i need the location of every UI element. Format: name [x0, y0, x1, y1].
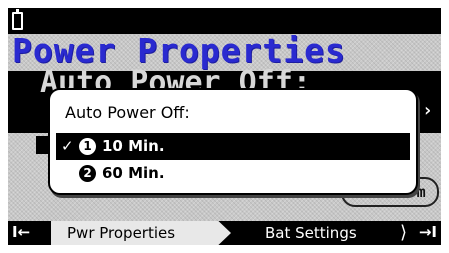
settings-row-2-marker — [36, 136, 48, 154]
option-60-min[interactable]: 2 60 Min. — [56, 160, 410, 187]
tab-pwr-properties[interactable]: Pwr Properties — [51, 221, 231, 245]
auto-power-off-popup: Auto Power Off: ✓ 1 10 Min. 2 60 Min. — [48, 88, 418, 195]
option-label: 60 Min. — [102, 164, 165, 182]
chevron-right-icon: › — [422, 100, 433, 121]
device-screen: Power Properties Auto Power Off: › Confi… — [8, 8, 441, 245]
option-10-min[interactable]: ✓ 1 10 Min. — [56, 133, 410, 160]
battery-icon — [12, 9, 23, 30]
option-label: 10 Min. — [102, 137, 165, 155]
tab-bar: I← Pwr Properties Bat Settings ⟩ →I — [8, 221, 441, 245]
tab-bat-settings[interactable]: Bat Settings — [255, 221, 410, 245]
popup-title: Auto Power Off: — [65, 103, 190, 122]
tab-next-icon[interactable]: →I — [419, 223, 437, 241]
page-title: Power Properties — [12, 31, 346, 70]
number-1-icon: 1 — [79, 138, 96, 155]
tab-separator-icon: ⟩ — [400, 222, 408, 243]
tab-prev-icon[interactable]: I← — [12, 223, 30, 241]
check-icon: ✓ — [61, 137, 74, 155]
number-2-icon: 2 — [79, 165, 96, 182]
